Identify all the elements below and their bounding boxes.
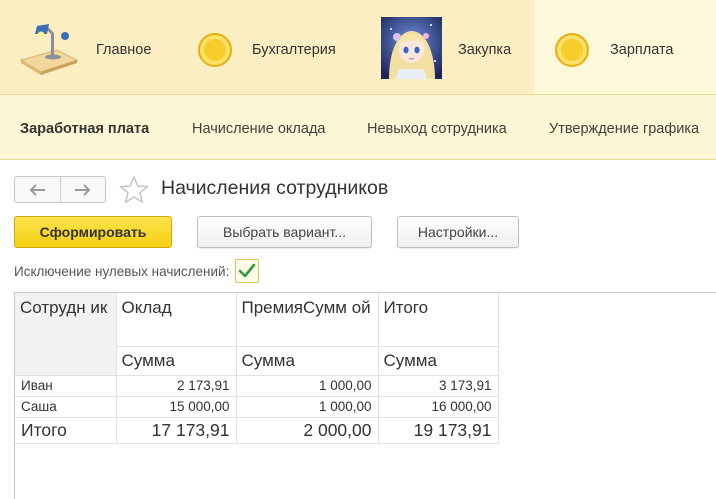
table-row[interactable]: Саша 15 000,00 1 000,00 16 000,00 [15, 396, 499, 418]
subheader-salary-sum: Сумма [116, 346, 237, 376]
cell-salary[interactable]: 15 000,00 [116, 396, 237, 418]
report-header-row: Сотрудн ик Оклад ПремияСумм ой Итого [15, 293, 499, 376]
cell-totals-salary[interactable]: 17 173,91 [116, 417, 237, 444]
forward-button[interactable] [59, 177, 106, 202]
table-row[interactable]: Иван 2 173,91 1 000,00 3 173,91 [15, 375, 499, 397]
cell-bonus[interactable]: 1 000,00 [236, 375, 379, 397]
cell-employee[interactable]: Саша [15, 396, 117, 418]
cell-salary[interactable]: 2 173,91 [116, 375, 237, 397]
section-salary-label: Зарплата [610, 42, 674, 58]
report-table: Сотрудн ик Оклад ПремияСумм ой Итого Сум… [15, 293, 499, 444]
history-navigation [14, 176, 106, 203]
cell-employee[interactable]: Иван [15, 375, 117, 397]
subnav-item-salary[interactable]: Заработная плата [20, 121, 149, 137]
section-salary[interactable]: Зарплата [534, 0, 716, 94]
anime-avatar-picture [381, 17, 442, 79]
cell-bonus[interactable]: 1 000,00 [236, 396, 379, 418]
cell-total[interactable]: 16 000,00 [378, 396, 499, 418]
cell-totals-total[interactable]: 19 173,91 [378, 417, 499, 444]
cell-total[interactable]: 3 173,91 [378, 375, 499, 397]
report-spreadsheet[interactable]: Сотрудн ик Оклад ПремияСумм ой Итого Сум… [14, 292, 716, 499]
choose-variant-button[interactable]: Выбрать вариант... [197, 216, 372, 248]
favorite-star-icon[interactable] [119, 175, 149, 205]
section-accounting-label: Бухгалтерия [252, 42, 336, 58]
column-header-total: Итого [378, 293, 499, 347]
checkmark-icon [239, 263, 256, 278]
sections-panel: Главное Бухгалтерия Закупка Зарплата [0, 0, 716, 94]
arrow-left-icon [29, 183, 46, 196]
coin-icon [555, 33, 589, 67]
column-header-salary: Оклад [116, 293, 237, 347]
page-title: Начисления сотрудников [161, 177, 389, 199]
settings-button[interactable]: Настройки... [397, 216, 519, 248]
section-purchase-label: Закупка [458, 42, 512, 58]
totals-row[interactable]: Итого 17 173,91 2 000,00 19 173,91 [15, 417, 499, 444]
column-header-employee: Сотрудн ик [15, 293, 117, 376]
exclude-zero-filter: Исключение нулевых начислений: [14, 258, 260, 284]
cell-totals-label[interactable]: Итого [15, 417, 117, 444]
subnav-item-employee-absence[interactable]: Невыход сотрудника [367, 121, 507, 137]
subheader-total-sum: Сумма [378, 346, 499, 376]
section-main-label: Главное [96, 42, 152, 58]
desk-lamp-icon [17, 24, 79, 76]
back-button[interactable] [15, 177, 60, 202]
arrow-right-icon [74, 183, 91, 196]
section-purchase[interactable]: Закупка [380, 0, 534, 94]
section-accounting[interactable]: Бухгалтерия [180, 0, 380, 94]
cell-totals-bonus[interactable]: 2 000,00 [236, 417, 379, 444]
column-header-bonus: ПремияСумм ой [236, 293, 379, 347]
exclude-zero-label: Исключение нулевых начислений: [14, 263, 230, 279]
section-main[interactable]: Главное [0, 0, 180, 94]
subnav-item-schedule-approval[interactable]: Утверждение графика [549, 121, 699, 137]
subheader-bonus-sum: Сумма [236, 346, 379, 376]
subnav-item-base-salary-accrual[interactable]: Начисление оклада [192, 121, 325, 137]
subsystem-navigation: Заработная плата Начисление оклада Невых… [0, 94, 716, 160]
coin-icon [198, 33, 232, 67]
exclude-zero-checkbox[interactable] [235, 259, 260, 283]
generate-report-button[interactable]: Сформировать [14, 216, 172, 248]
